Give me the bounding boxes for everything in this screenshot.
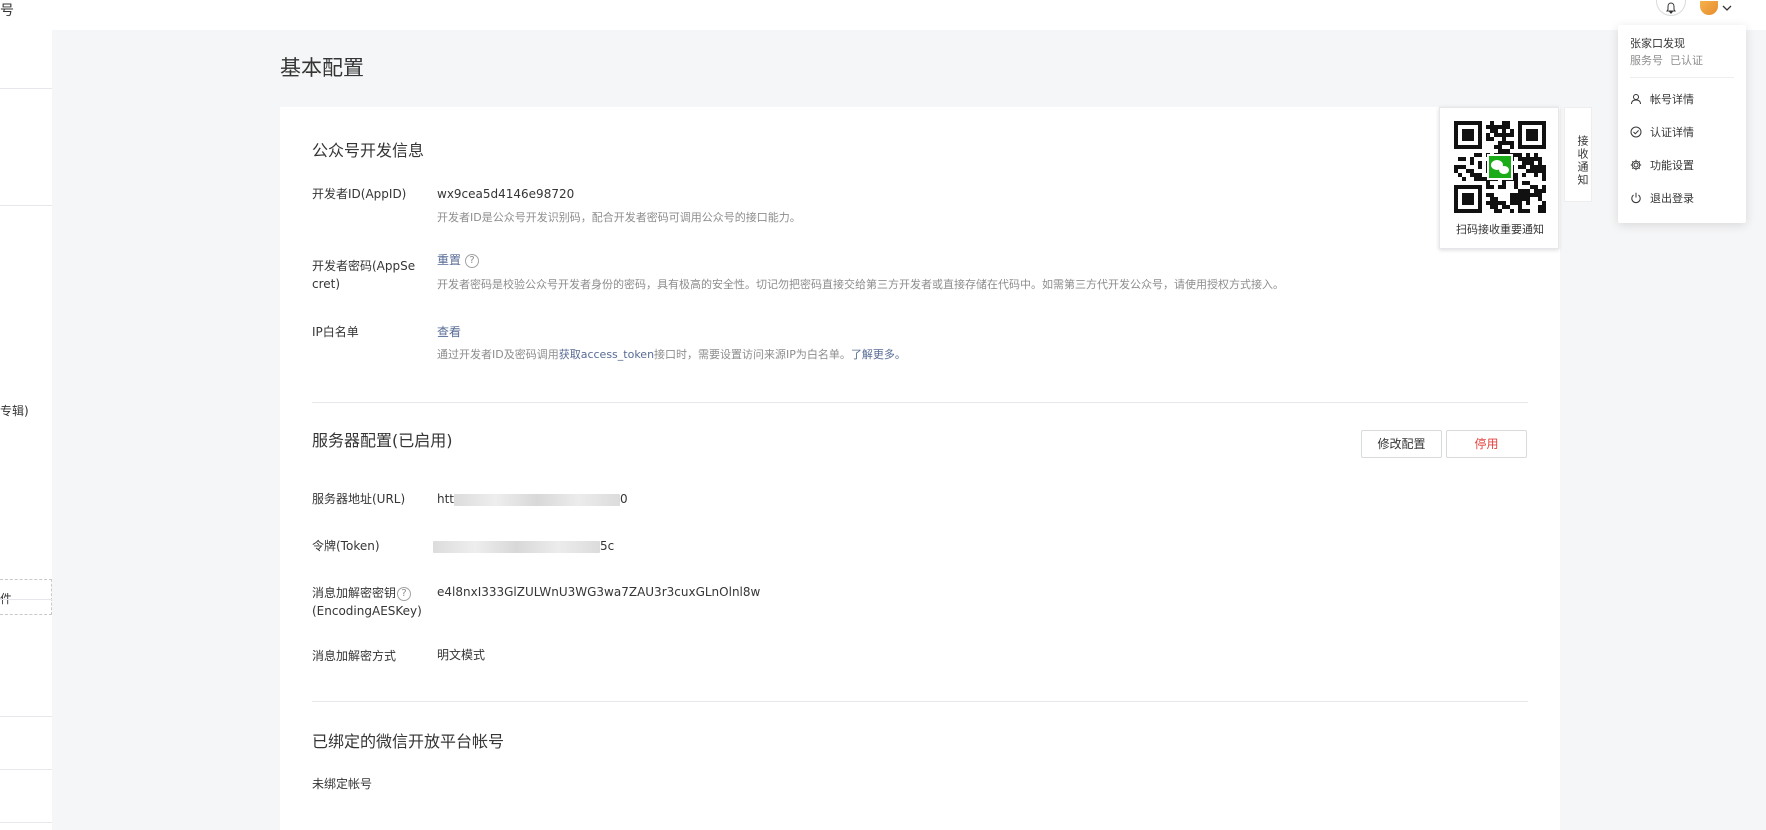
help-icon[interactable]: ? [397,586,412,601]
account-type-label: 服务号 [1630,54,1663,67]
menu-item-verification-details[interactable]: 认证详情 [1630,122,1694,142]
menu-item-account-details[interactable]: 帐号详情 [1630,89,1694,109]
aeskey-label-text-2: (EncodingAESKey) [312,604,422,618]
ip-desc-text: 通过开发者ID及密码调用 [437,348,559,361]
sidebar: 专辑) 件 [0,30,52,830]
learn-more-link[interactable]: 了解更多。 [851,348,906,361]
check-circle-icon [1630,126,1642,138]
sidebar-divider [0,88,52,89]
qr-caption: 扫码接收重要通知 [1456,223,1544,236]
avatar [1700,1,1718,15]
help-icon[interactable]: ? [465,253,480,268]
account-type: 服务号 已认证 [1630,52,1703,68]
appsecret-actions: 重置? [437,251,480,269]
server-url-label: 服务器地址(URL) [312,492,406,506]
appsecret-label: 开发者密码(AppSecret) [312,259,416,291]
url-suffix: 0 [620,492,628,506]
gear-icon [1630,159,1642,171]
open-platform-status: 未绑定帐号 [312,777,373,791]
server-config-title: 服务器配置(已启用) [312,431,453,450]
aeskey-label: 消息加解密密钥? (EncodingAESKey) [312,584,432,620]
reset-secret-link[interactable]: 重置 [437,253,461,267]
ip-whitelist-actions: 查看 [437,323,461,341]
receive-notify-tab[interactable]: 接收通知 [1564,107,1592,202]
sidebar-divider [0,716,52,717]
account-menu-trigger[interactable] [1700,0,1740,16]
sidebar-divider [0,769,52,770]
encrypt-mode-label: 消息加解密方式 [312,649,397,663]
sidebar-dashed-box[interactable]: 件 [0,579,52,615]
verified-badge: 已认证 [1670,54,1703,67]
menu-item-label: 功能设置 [1650,159,1694,172]
topbar-title-fragment: 号 [0,3,14,19]
menu-item-logout[interactable]: 退出登录 [1630,188,1694,208]
access-token-link[interactable]: 获取access_token [559,348,654,361]
notification-bell-icon[interactable] [1656,0,1686,16]
appid-description: 开发者ID是公众号开发识别码，配合开发者密码可调用公众号的接口能力。 [437,211,801,224]
token-label: 令牌(Token) [312,539,380,553]
redacted-token [433,540,600,553]
encrypt-mode-value: 明文模式 [437,648,486,662]
menu-item-label: 退出登录 [1650,192,1694,205]
appid-label: 开发者ID(AppID) [312,187,407,201]
sidebar-item-label[interactable]: 专辑) [0,402,29,419]
account-name: 张家口发现 [1630,37,1685,50]
menu-item-label: 认证详情 [1650,126,1694,139]
token-suffix: 5c [600,539,615,553]
ip-desc-text: 接口时，需要设置访问来源IP为白名单。 [654,348,851,361]
sidebar-divider [0,599,52,600]
dropdown-divider [1630,77,1734,78]
account-dropdown: 张家口发现 服务号 已认证 帐号详情 认证详情 功能设置 退出登录 [1618,25,1746,223]
token-value: 5c [433,537,614,555]
url-prefix: htt [437,492,455,506]
menu-item-settings[interactable]: 功能设置 [1630,155,1694,175]
ip-whitelist-description: 通过开发者ID及密码调用获取access_token接口时，需要设置访问来源IP… [437,347,906,363]
page-title: 基本配置 [280,56,364,80]
modify-config-button[interactable]: 修改配置 [1361,430,1442,458]
appsecret-description: 开发者密码是校验公众号开发者身份的密码，具有极高的安全性。切记勿把密码直接交给第… [437,278,1284,291]
user-icon [1631,94,1641,105]
aeskey-label-text: 消息加解密密钥 [312,586,397,600]
aeskey-value: e4l8nxI333GlZULWnU3WG3wa7ZAU3r3cuxGLnOln… [437,585,761,599]
view-ip-whitelist-link[interactable]: 查看 [437,325,461,339]
server-url-value: htt 0 [437,490,628,508]
config-card: 公众号开发信息 开发者ID(AppID) wx9cea5d4146e98720 … [280,107,1560,830]
disable-button[interactable]: 停用 [1446,430,1527,458]
dev-info-title: 公众号开发信息 [312,141,425,160]
appid-value: wx9cea5d4146e98720 [437,187,575,201]
redacted-url [454,493,621,506]
chevron-down-icon [1722,5,1732,11]
menu-item-label: 帐号详情 [1650,93,1694,106]
power-icon [1631,192,1641,204]
qr-notify-panel: 扫码接收重要通知 [1439,107,1559,249]
ip-whitelist-label: IP白名单 [312,325,359,339]
sidebar-divider [0,205,52,206]
section-divider [312,701,1528,702]
section-divider [312,402,1528,403]
open-platform-title: 已绑定的微信开放平台帐号 [312,732,505,751]
top-bar: 号 [0,0,1766,30]
qr-code[interactable] [1454,121,1546,213]
sidebar-divider [0,822,52,823]
